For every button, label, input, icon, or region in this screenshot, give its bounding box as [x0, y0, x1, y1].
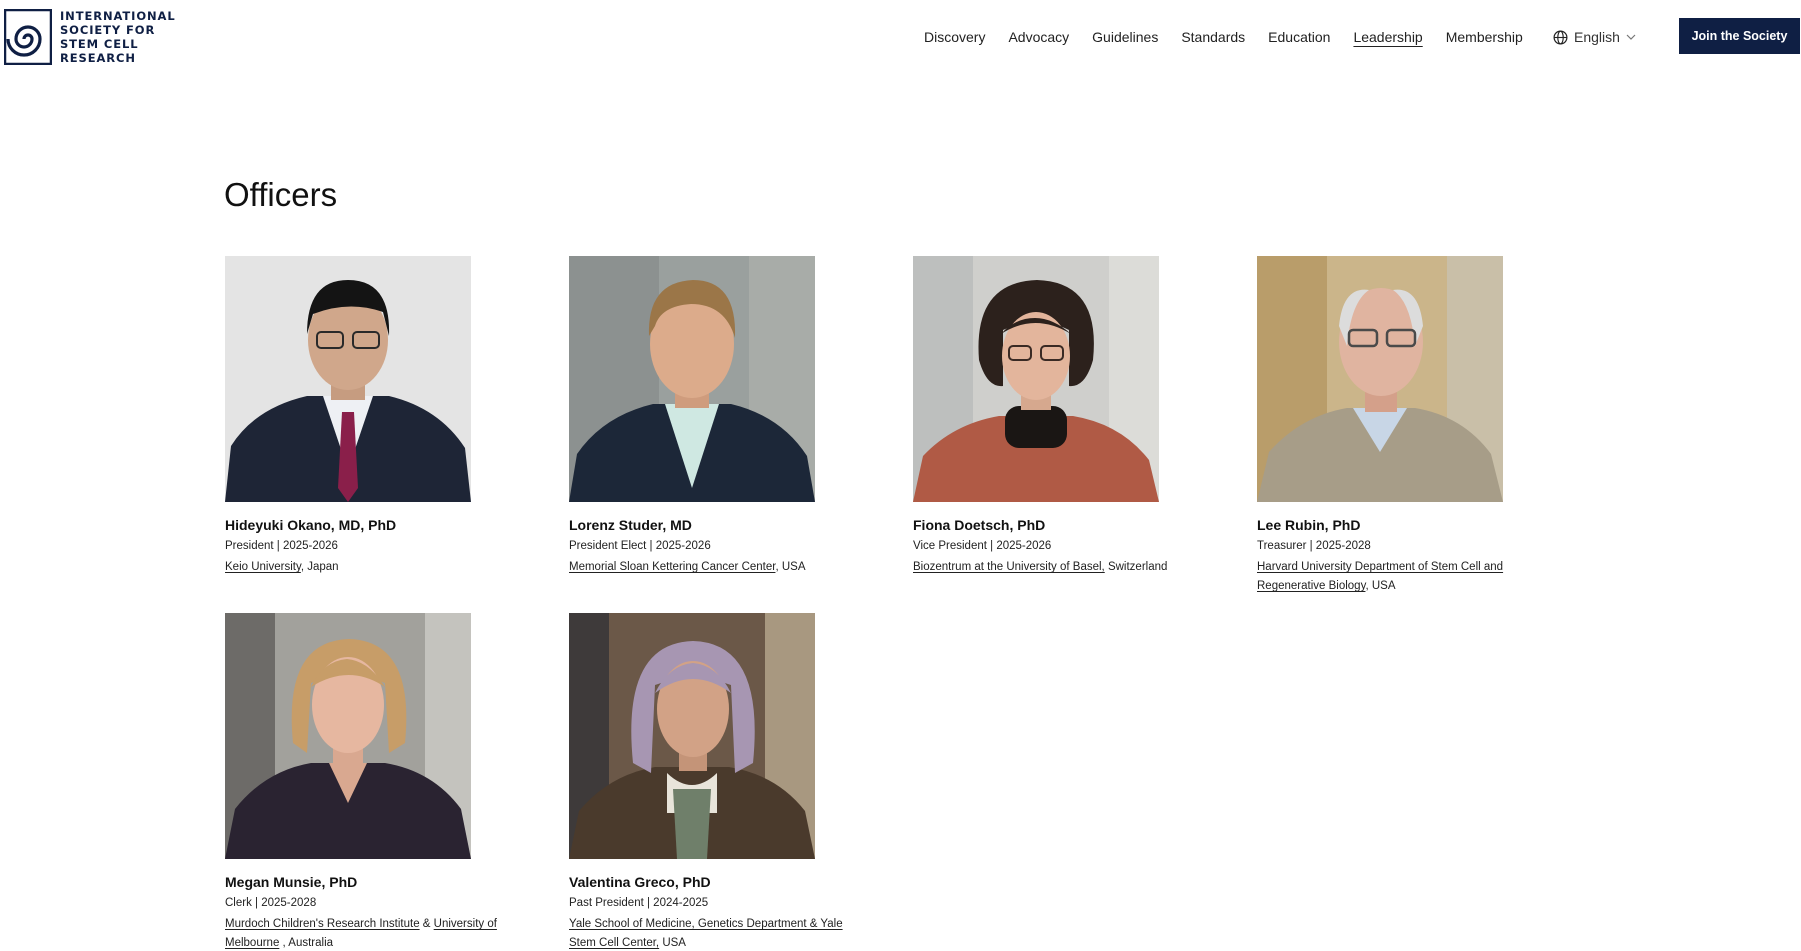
officer-affiliation: Memorial Sloan Kettering Cancer Center, … — [569, 558, 869, 577]
logo-line: INTERNATIONAL — [60, 9, 176, 23]
affiliation-link[interactable]: Biozentrum at the University of Basel, — [913, 561, 1105, 573]
globe-icon — [1553, 30, 1568, 44]
affiliation-location: , USA — [1365, 580, 1396, 592]
officer-role: Vice President | 2025-2026 — [913, 540, 1052, 552]
officer-affiliation: Yale School of Medicine, Genetics Depart… — [569, 915, 869, 951]
officer-photo — [913, 256, 1159, 502]
affiliation-link[interactable]: Murdoch Children's Research Institute — [225, 918, 420, 930]
affiliation-location: , Japan — [300, 561, 339, 573]
affiliation-location: , Australia — [279, 937, 334, 949]
logo-line: RESEARCH — [60, 51, 136, 65]
logo-line: STEM CELL — [60, 37, 139, 51]
officer-name: Megan Munsie, PhD — [225, 874, 358, 890]
affiliation-location: Switzerland — [1104, 561, 1168, 573]
page-title: Officers — [224, 176, 338, 213]
affiliation-link[interactable]: Memorial Sloan Kettering Cancer Center — [569, 561, 775, 573]
affiliation-link[interactable]: Keio University — [225, 561, 301, 573]
officer-photo — [569, 613, 815, 859]
officer-role: President | 2025-2026 — [225, 540, 338, 552]
officer-affiliation: Murdoch Children's Research Institute & … — [225, 915, 525, 951]
affiliation-location: , USA — [775, 561, 806, 573]
officer-affiliation: Harvard University Department of Stem Ce… — [1257, 558, 1557, 596]
officer-role: President Elect | 2025-2026 — [569, 540, 711, 552]
officer-card: Valentina Greco, PhD Past President | 20… — [569, 613, 869, 951]
officer-name: Valentina Greco, PhD — [569, 874, 711, 890]
main-nav: Discovery Advocacy Guidelines Standards … — [924, 27, 1546, 47]
officer-name: Lee Rubin, PhD — [1257, 517, 1361, 533]
nav-education[interactable]: Education — [1268, 27, 1330, 47]
chevron-down-icon — [1626, 34, 1636, 40]
officer-role: Clerk | 2025-2028 — [225, 897, 317, 909]
officer-affiliation: Biozentrum at the University of Basel, S… — [913, 558, 1213, 577]
officer-card: Hideyuki Okano, MD, PhD President | 2025… — [225, 256, 525, 577]
language-selector[interactable]: English — [1553, 27, 1636, 47]
language-label: English — [1574, 29, 1620, 45]
isscr-logo-icon — [4, 9, 52, 65]
join-society-button[interactable]: Join the Society — [1679, 18, 1800, 54]
nav-guidelines[interactable]: Guidelines — [1092, 27, 1158, 47]
officer-photo — [1257, 256, 1503, 502]
logo-wordmark: INTERNATIONAL SOCIETY FOR STEM CELL RESE… — [60, 9, 176, 65]
officer-role: Treasurer | 2025-2028 — [1257, 540, 1371, 552]
officer-name: Lorenz Studer, MD — [569, 517, 692, 533]
officer-card: Lee Rubin, PhD Treasurer | 2025-2028 Har… — [1257, 256, 1557, 596]
officer-card: Megan Munsie, PhD Clerk | 2025-2028 Murd… — [225, 613, 525, 951]
nav-standards[interactable]: Standards — [1181, 27, 1245, 47]
officer-name: Hideyuki Okano, MD, PhD — [225, 517, 397, 533]
affiliation-location: USA — [659, 937, 686, 949]
affiliation-separator: & — [419, 918, 434, 930]
nav-discovery[interactable]: Discovery — [924, 27, 985, 47]
officer-affiliation: Keio University, Japan — [225, 558, 525, 577]
nav-advocacy[interactable]: Advocacy — [1008, 27, 1069, 47]
officer-name: Fiona Doetsch, PhD — [913, 517, 1046, 533]
officer-role: Past President | 2024-2025 — [569, 897, 709, 909]
nav-leadership[interactable]: Leadership — [1353, 27, 1422, 47]
logo-line: SOCIETY FOR — [60, 23, 156, 37]
officer-card: Fiona Doetsch, PhD Vice President | 2025… — [913, 256, 1213, 577]
officer-card: Lorenz Studer, MD President Elect | 2025… — [569, 256, 869, 577]
officer-photo — [225, 256, 471, 502]
isscr-logo[interactable]: INTERNATIONAL SOCIETY FOR STEM CELL RESE… — [4, 9, 176, 65]
site-header: INTERNATIONAL SOCIETY FOR STEM CELL RESE… — [0, 0, 1801, 72]
officer-photo — [569, 256, 815, 502]
affiliation-link[interactable]: Yale School of Medicine, Genetics Depart… — [569, 918, 843, 949]
nav-membership[interactable]: Membership — [1446, 27, 1523, 47]
officer-photo — [225, 613, 471, 859]
